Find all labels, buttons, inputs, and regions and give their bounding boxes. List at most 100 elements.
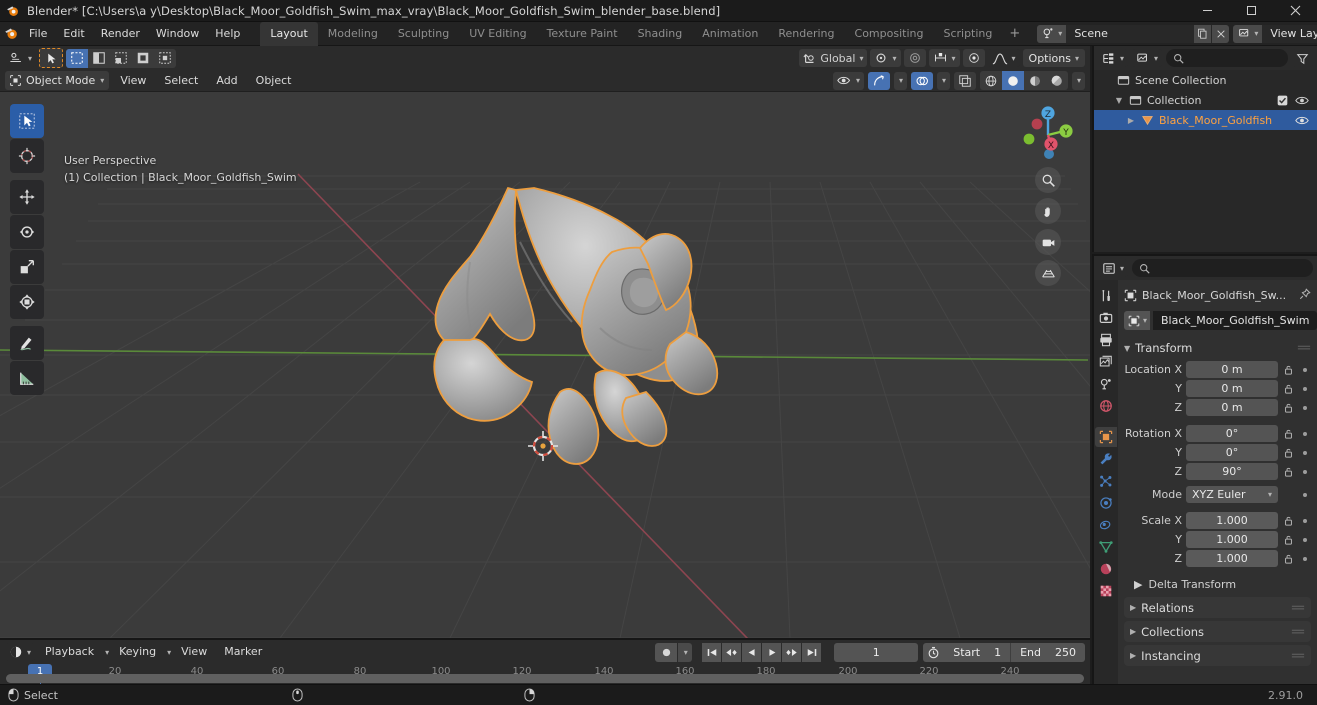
properties-tab-constraints[interactable]	[1095, 515, 1117, 535]
toggle-perspective-button[interactable]	[1035, 260, 1061, 286]
previous-keyframe-button[interactable]	[722, 642, 742, 662]
view-layer-name[interactable]: View Layer	[1262, 24, 1317, 43]
play-button[interactable]	[762, 642, 782, 662]
animate-property-dot[interactable]	[1299, 431, 1311, 436]
start-frame-field[interactable]: Start 1	[944, 643, 1010, 662]
auto-keying-button[interactable]	[655, 642, 678, 662]
checkbox-checked-icon[interactable]	[1277, 95, 1288, 106]
editor-type-button[interactable]: ▾	[5, 49, 37, 67]
relations-panel-header[interactable]: ▶ Relations	[1124, 597, 1311, 618]
overlays-toggle-button[interactable]	[910, 71, 933, 90]
viewport-menu-view[interactable]: View	[113, 72, 153, 90]
menu-edit[interactable]: Edit	[55, 25, 92, 43]
object-name-input[interactable]: Black_Moor_Goldfish_Swim	[1153, 311, 1317, 330]
tool-scale-button[interactable]	[10, 250, 44, 284]
snap-target-button[interactable]: ▾	[928, 49, 960, 67]
properties-search-box[interactable]	[1132, 259, 1313, 277]
outliner-row-black-moor-goldfish[interactable]: ▶ Black_Moor_Goldfish	[1094, 110, 1317, 130]
select-subtract-button[interactable]	[110, 49, 132, 68]
tab-scripting[interactable]: Scripting	[933, 22, 1002, 46]
tool-transform-button[interactable]	[10, 285, 44, 319]
rotation-x-row[interactable]: Rotation X 0°	[1124, 425, 1311, 442]
rotation-y-row[interactable]: Y 0°	[1124, 444, 1311, 461]
visibility-dropdown-button[interactable]: ▾	[832, 71, 864, 90]
properties-tab-particles[interactable]	[1095, 471, 1117, 491]
outliner-display-mode-button[interactable]: ▾	[1132, 49, 1163, 67]
scale-z-value[interactable]: 1.000	[1186, 550, 1278, 567]
properties-tab-tool[interactable]	[1095, 286, 1117, 306]
pin-icon[interactable]	[1299, 287, 1311, 303]
menu-file[interactable]: File	[21, 25, 55, 43]
jump-to-end-button[interactable]	[802, 642, 822, 662]
timeline-menu-playback[interactable]: Playback	[38, 643, 101, 661]
scene-browse-button[interactable]: ▾	[1037, 24, 1067, 43]
tab-shading[interactable]: Shading	[628, 22, 693, 46]
select-extend-button[interactable]	[88, 49, 110, 68]
shading-wireframe-button[interactable]	[980, 71, 1002, 90]
jump-to-start-button[interactable]	[702, 642, 722, 662]
select-intersect-button[interactable]	[154, 49, 176, 68]
xray-toggle-button[interactable]	[953, 71, 976, 90]
timeline-menu-marker[interactable]: Marker	[217, 643, 269, 661]
tool-rotate-button[interactable]	[10, 215, 44, 249]
gizmo-neg-x[interactable]	[1031, 118, 1043, 130]
select-invert-button[interactable]	[132, 49, 154, 68]
active-tool-button[interactable]	[39, 48, 64, 68]
shading-material-button[interactable]	[1024, 71, 1046, 90]
timeline-horizontal-scrollbar[interactable]	[6, 674, 1084, 683]
properties-tab-world[interactable]	[1095, 396, 1117, 416]
tab-uv-editing[interactable]: UV Editing	[459, 22, 536, 46]
tool-measure-button[interactable]	[10, 361, 44, 395]
menu-window[interactable]: Window	[148, 25, 207, 43]
tab-modeling[interactable]: Modeling	[318, 22, 388, 46]
location-z-value[interactable]: 0 m	[1186, 399, 1278, 416]
timeline-menu-keying[interactable]: Keying	[112, 643, 163, 661]
viewport-menu-add[interactable]: Add	[209, 72, 244, 90]
shading-dropdown-button[interactable]: ▾	[1071, 71, 1085, 90]
rotation-x-value[interactable]: 0°	[1186, 425, 1278, 442]
tool-cursor-button[interactable]	[10, 139, 44, 173]
zoom-view-button[interactable]	[1035, 167, 1061, 193]
outliner-editor-type-button[interactable]: ▾	[1098, 49, 1129, 67]
collection-disclosure-triangle[interactable]: ▼	[1114, 96, 1124, 105]
object-mode-selector[interactable]: Object Mode ▾	[5, 71, 110, 90]
collections-panel-header[interactable]: ▶ Collections	[1124, 621, 1311, 642]
properties-tab-view-layer[interactable]	[1095, 352, 1117, 372]
outliner-row-collection[interactable]: ▼ Collection	[1094, 90, 1317, 110]
shading-solid-button[interactable]	[1001, 71, 1024, 90]
scale-y-row[interactable]: Y 1.000	[1124, 531, 1311, 548]
current-frame-field[interactable]: 1	[834, 642, 919, 662]
tab-rendering[interactable]: Rendering	[768, 22, 844, 46]
object-datablock-button[interactable]: ▾	[1124, 311, 1151, 330]
menu-render[interactable]: Render	[93, 25, 148, 43]
delta-transform-subpanel[interactable]: ▶ Delta Transform	[1124, 574, 1311, 594]
scene-selector[interactable]: ▾ Scene	[1037, 24, 1230, 43]
rotation-mode-row[interactable]: Mode XYZ Euler ▾	[1124, 486, 1311, 503]
gizmo-toggle-button[interactable]	[867, 71, 890, 90]
scene-name[interactable]: Scene	[1066, 24, 1195, 43]
lock-icon[interactable]	[1282, 534, 1295, 545]
view-layer-selector[interactable]: ▾ View Layer	[1233, 24, 1317, 43]
lock-icon[interactable]	[1282, 553, 1295, 564]
scale-y-value[interactable]: 1.000	[1186, 531, 1278, 548]
next-keyframe-button[interactable]	[782, 642, 802, 662]
lock-icon[interactable]	[1282, 402, 1295, 413]
object-disclosure-triangle[interactable]: ▶	[1126, 116, 1136, 125]
lock-icon[interactable]	[1282, 364, 1295, 375]
properties-tab-material[interactable]	[1095, 559, 1117, 579]
proportional-toggle-button[interactable]	[962, 49, 985, 67]
properties-tab-output[interactable]	[1095, 330, 1117, 350]
instancing-panel-header[interactable]: ▶ Instancing	[1124, 645, 1311, 666]
properties-tab-texture[interactable]	[1095, 581, 1117, 601]
object-name-field[interactable]: ▾ Black_Moor_Goldfish_Swim	[1124, 311, 1317, 330]
eye-icon[interactable]	[1295, 115, 1309, 126]
lock-icon[interactable]	[1282, 466, 1295, 477]
camera-view-button[interactable]	[1035, 229, 1061, 255]
outliner-row-scene-collection[interactable]: Scene Collection	[1094, 70, 1317, 90]
location-x-value[interactable]: 0 m	[1186, 361, 1278, 378]
shading-rendered-button[interactable]	[1046, 71, 1068, 90]
scale-z-row[interactable]: Z 1.000	[1124, 550, 1311, 567]
timeline-editor-type-button[interactable]: ▾	[5, 643, 36, 661]
animate-property-dot[interactable]	[1299, 450, 1311, 455]
gizmo-dropdown-button[interactable]: ▾	[893, 71, 907, 90]
